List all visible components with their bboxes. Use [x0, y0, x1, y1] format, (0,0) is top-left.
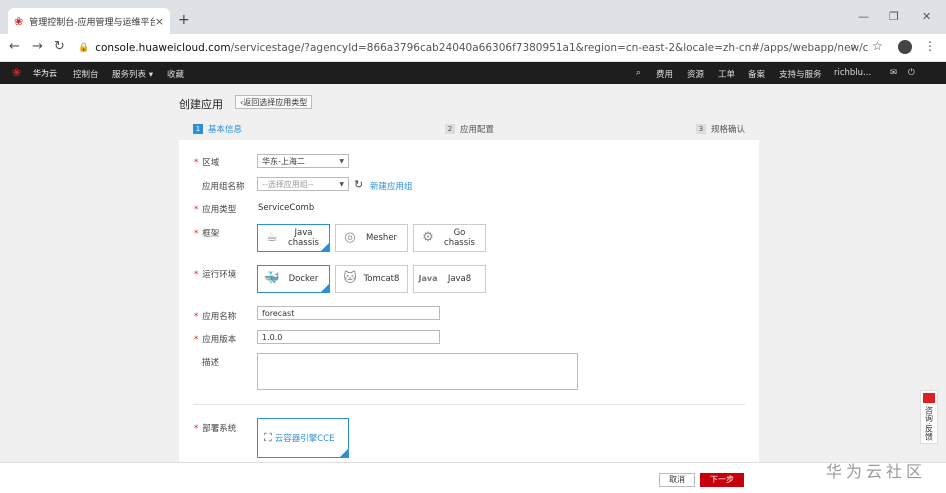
nav-tickets[interactable]: 工单 — [718, 68, 735, 80]
power-icon[interactable]: ⏻ — [908, 68, 915, 78]
back-arrow-icon[interactable]: ← — [9, 39, 20, 54]
description-textarea[interactable] — [257, 353, 578, 390]
minimize-icon[interactable]: — — [858, 10, 869, 23]
back-label: 返回选择应用类型 — [243, 97, 308, 107]
lock-icon: 🔒 — [78, 43, 90, 53]
watermark: 华为云社区 — [826, 462, 927, 481]
nav-username[interactable]: richblu... — [834, 68, 871, 78]
region-label: * 区域 — [194, 158, 220, 168]
app-type-label: * 应用类型 — [194, 205, 237, 215]
java-logo-icon: Java — [418, 274, 438, 283]
mail-icon[interactable]: ✉ — [890, 68, 897, 78]
footer-bar — [0, 462, 946, 493]
browser-tab[interactable]: ❀ 管理控制台-应用管理与运维平台 × — [8, 8, 170, 34]
page-title: 创建应用 — [179, 98, 223, 111]
forward-arrow-icon[interactable]: → — [32, 39, 43, 54]
feedback-widget[interactable]: 咨询·反馈 — [920, 390, 938, 444]
new-tab-button[interactable]: + — [178, 12, 190, 28]
app-version-input[interactable]: 1.0.0 — [257, 330, 440, 344]
nav-console[interactable]: 控制台 — [73, 68, 99, 80]
runtime-docker[interactable]: 🐳 Docker — [257, 265, 330, 293]
step-spec-confirm: 3 规格确认 — [696, 123, 745, 135]
address-bar: ← → ↻ 🔒 console.huaweicloud.com/services… — [0, 34, 946, 62]
huawei-logo-icon[interactable]: ❀ — [12, 66, 21, 79]
refresh-icon[interactable]: ↻ — [354, 178, 363, 191]
deploy-system-label: * 部署系统 — [194, 424, 237, 434]
runtime-label: * 运行环境 — [194, 270, 237, 280]
huawei-logo-icon: ❀ — [14, 14, 24, 28]
next-step-button[interactable]: 下一步 — [700, 473, 744, 487]
tab-title: 管理控制台-应用管理与运维平台 — [29, 17, 155, 28]
runtime-tomcat8[interactable]: 🐱 Tomcat8 — [335, 265, 408, 293]
cancel-button[interactable]: 取消 — [659, 473, 695, 487]
app-version-label: * 应用版本 — [194, 335, 237, 345]
nav-resources[interactable]: 资源 — [687, 68, 704, 80]
section-divider — [193, 404, 745, 405]
app-name-input[interactable]: forecast — [257, 306, 440, 320]
description-label: 描述 — [202, 358, 220, 368]
reload-icon[interactable]: ↻ — [54, 39, 65, 54]
app-name-label: * 应用名称 — [194, 312, 237, 322]
back-to-app-type-button[interactable]: ‹ 返回选择应用类型 — [235, 95, 313, 109]
nav-billing[interactable]: 费用 — [656, 68, 673, 80]
caret-down-icon: ▼ — [339, 157, 344, 165]
wizard-steps: 1 基本信息 2 应用配置 3 规格确认 — [179, 118, 759, 140]
top-navigation: ❀ 华为云 控制台 服务列表 ▾ 收藏 ⌕ 费用 资源 工单 备案 支持与服务 … — [0, 62, 946, 84]
docker-whale-icon: 🐳 — [263, 271, 281, 286]
framework-java-chassis[interactable]: ☕ Java chassis — [257, 224, 330, 252]
url-field[interactable]: 🔒 console.huaweicloud.com/servicestage/?… — [78, 39, 868, 57]
app-type-value: ServiceComb — [258, 203, 315, 213]
region-select[interactable]: 华东-上海二 ▼ — [257, 154, 349, 168]
feedback-label: 咨询·反馈 — [924, 406, 934, 441]
url-host: console.huaweicloud.com — [95, 42, 231, 54]
step-basic-info: 1 基本信息 — [193, 123, 242, 135]
mesher-icon: ◎ — [344, 230, 356, 245]
menu-icon[interactable]: ⋮ — [924, 39, 936, 53]
profile-avatar[interactable] — [898, 40, 912, 54]
star-icon[interactable]: ☆ — [872, 39, 883, 53]
nav-filing[interactable]: 备案 — [748, 68, 765, 80]
go-gear-icon: ⚙ — [422, 230, 434, 245]
runtime-java8[interactable]: Java Java8 — [413, 265, 486, 293]
step-app-config: 2 应用配置 — [445, 123, 494, 135]
search-icon[interactable]: ⌕ — [636, 68, 641, 78]
nav-service-list[interactable]: 服务列表 ▾ — [112, 68, 153, 80]
feedback-icon — [923, 393, 935, 403]
tomcat-cat-icon: 🐱 — [343, 271, 357, 286]
framework-label: * 框架 — [194, 229, 220, 239]
tab-close-icon[interactable]: × — [155, 15, 164, 28]
framework-mesher[interactable]: ◎ Mesher — [335, 224, 408, 252]
zoom-icon[interactable]: ⌕ — [850, 39, 857, 54]
java-cup-icon: ☕ — [266, 230, 278, 245]
browser-tab-bar: ❀ 管理控制台-应用管理与运维平台 × + — ❐ ✕ — [0, 0, 946, 34]
app-group-label: 应用组名称 — [202, 182, 245, 192]
app-group-select[interactable]: --选择应用组-- ▼ — [257, 177, 349, 191]
caret-down-icon: ▼ — [339, 180, 344, 188]
nav-favorites[interactable]: 收藏 — [167, 68, 184, 80]
nav-support[interactable]: 支持与服务 — [779, 68, 822, 80]
framework-go-chassis[interactable]: ⚙ Go chassis — [413, 224, 486, 252]
brand-name[interactable]: 华为云 — [33, 68, 57, 79]
deploy-cce-option[interactable]: ⛶ 云容器引擎CCE — [257, 418, 349, 458]
restore-icon[interactable]: ❐ — [889, 10, 899, 23]
url-path: /servicestage/?agencyId=866a3796cab24040… — [230, 42, 868, 54]
container-engine-icon: ⛶ — [264, 431, 272, 444]
new-app-group-link[interactable]: 新建应用组 — [370, 180, 413, 192]
close-window-icon[interactable]: ✕ — [922, 10, 931, 23]
